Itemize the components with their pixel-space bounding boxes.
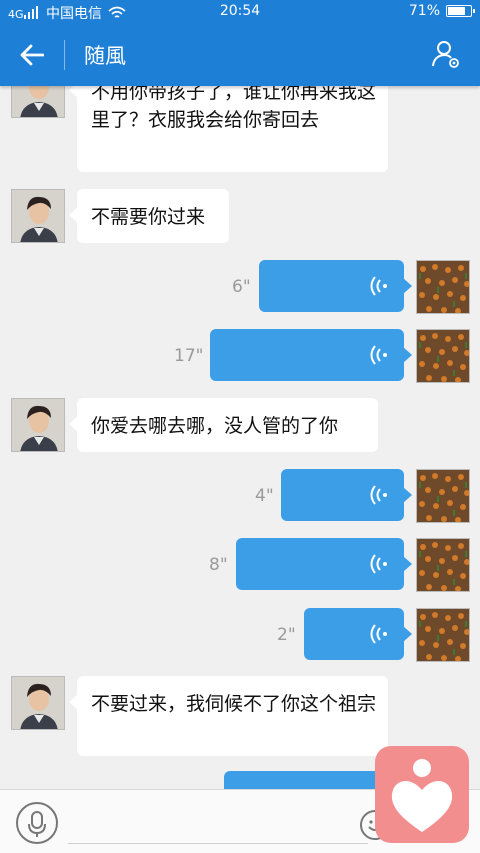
my-avatar[interactable] [416, 608, 470, 662]
voice-wave-icon [370, 345, 387, 365]
voice-wave-icon [370, 554, 387, 574]
incoming-message[interactable]: 你爱去哪去哪，没人管的了你 [69, 398, 378, 452]
microphone-icon [28, 811, 46, 837]
voice-duration: 8" [209, 555, 228, 575]
message-input[interactable] [68, 800, 368, 844]
my-avatar[interactable] [416, 469, 470, 523]
status-bar: 4G 中国电信 20:54 71% [0, 0, 480, 24]
voice-wave-icon [370, 624, 387, 644]
incoming-message[interactable]: 不要过来，我伺候不了你这个祖宗 [69, 676, 388, 756]
contact-avatar[interactable] [11, 676, 65, 730]
heart-person-icon [391, 759, 453, 832]
voice-message[interactable] [281, 469, 412, 521]
voice-message[interactable] [236, 538, 412, 590]
voice-message[interactable] [304, 608, 412, 660]
contact-avatar[interactable] [11, 86, 65, 118]
chat-header: 随風 [0, 24, 480, 86]
contact-avatar[interactable] [11, 189, 65, 243]
chat-title: 随風 [84, 44, 126, 68]
my-avatar[interactable] [416, 329, 470, 383]
battery-icon [446, 5, 475, 17]
voice-duration: 2" [277, 625, 296, 645]
message-text: 你爱去哪去哪，没人管的了你 [91, 415, 339, 437]
incoming-message[interactable]: 不需要你过来 [69, 189, 229, 243]
voice-wave-icon [370, 276, 387, 296]
voice-duration: 17" [174, 346, 204, 366]
voice-input-button[interactable] [16, 802, 58, 844]
my-avatar[interactable] [416, 538, 470, 592]
my-avatar[interactable] [416, 260, 470, 314]
incoming-message[interactable]: 不用你带孩子了，谁让你再来我这里了？衣服我会给你寄回去 [69, 86, 388, 172]
user-settings-icon [432, 41, 459, 68]
message-text: 不要过来，我伺候不了你这个祖宗 [91, 693, 377, 715]
message-text: 不需要你过来 [91, 206, 206, 228]
header-divider [64, 40, 65, 70]
floating-app-badge[interactable] [375, 746, 469, 843]
arrow-left-icon [20, 44, 44, 66]
message-list[interactable]: 不用你带孩子了，谁让你再来我这里了？衣服我会给你寄回去 不需要你过来 6" 17… [0, 86, 480, 789]
battery-percent: 71% [408, 3, 440, 19]
voice-message[interactable] [259, 260, 412, 312]
voice-wave-icon [370, 485, 387, 505]
contact-avatar[interactable] [11, 398, 65, 452]
voice-message[interactable] [210, 329, 412, 381]
voice-duration: 6" [232, 277, 251, 297]
back-button[interactable] [14, 38, 50, 72]
voice-duration: 4" [255, 486, 274, 506]
message-text: 不用你带孩子了，谁让你再来我这里了？衣服我会给你寄回去 [91, 86, 377, 131]
profile-settings-button[interactable] [430, 38, 466, 72]
